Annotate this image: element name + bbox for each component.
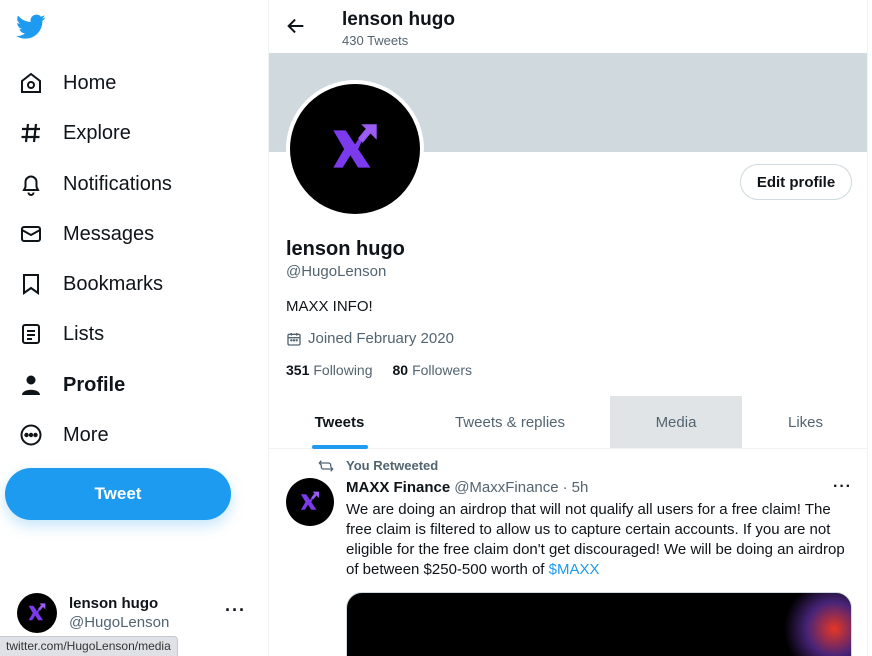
nav-explore[interactable]: Explore <box>8 111 141 155</box>
tab-media[interactable]: Media <box>610 396 742 448</box>
joined-date: Joined February 2020 <box>286 330 454 347</box>
bookmark-icon <box>18 271 44 297</box>
nav-profile[interactable]: Profile <box>8 363 135 407</box>
person-icon <box>18 372 44 398</box>
twitter-logo-icon[interactable] <box>16 14 46 40</box>
profile-handle: @HugoLenson <box>286 263 387 280</box>
nav-label: Bookmarks <box>63 272 164 295</box>
tweet-media[interactable] <box>346 592 852 656</box>
avatar <box>17 593 57 633</box>
retweet-icon <box>318 459 334 472</box>
tweet-header: MAXX Finance @MaxxFinance · 5h <box>346 479 588 496</box>
following-label: Following <box>313 362 373 378</box>
home-icon <box>18 70 44 96</box>
tweet-author-avatar[interactable] <box>286 478 334 526</box>
tweet-author-handle[interactable]: @MaxxFinance <box>454 479 558 496</box>
edit-profile-button[interactable]: Edit profile <box>740 164 852 200</box>
tweet-button[interactable]: Tweet <box>5 468 231 520</box>
more-circle-icon <box>18 422 44 448</box>
media-graphic <box>771 593 851 656</box>
nav-label: Home <box>63 71 117 94</box>
more-dots-icon[interactable]: ··· <box>225 600 246 621</box>
bell-icon <box>18 171 44 197</box>
account-name: lenson hugo <box>69 595 159 612</box>
tweet-author-name[interactable]: MAXX Finance <box>346 479 450 496</box>
nav-notifications[interactable]: Notifications <box>8 162 182 206</box>
profile-tabs: Tweets Tweets & replies Media Likes <box>269 396 867 449</box>
nav-messages[interactable]: Messages <box>8 212 164 256</box>
tab-tweets-replies[interactable]: Tweets & replies <box>410 396 610 448</box>
following-link[interactable]: 351 Following <box>286 362 373 378</box>
nav-bookmarks[interactable]: Bookmarks <box>8 262 173 306</box>
nav-label: Explore <box>63 121 131 144</box>
profile-header-bar: lenson hugo 430 Tweets <box>269 0 867 53</box>
profile-column: lenson hugo 430 Tweets Edit profile lens… <box>268 0 868 656</box>
tweet-text: We are doing an airdrop that will not qu… <box>346 500 852 580</box>
nav-label: Notifications <box>63 172 172 195</box>
nav-home[interactable]: Home <box>8 61 126 105</box>
nav-more[interactable]: More <box>8 413 119 457</box>
profile-bio: MAXX INFO! <box>286 298 373 315</box>
maxx-logo-icon <box>333 124 377 168</box>
retweet-indicator: You Retweeted <box>318 458 438 473</box>
back-arrow-icon[interactable] <box>285 15 307 37</box>
follow-stats: 351 Following 80 Followers <box>286 362 492 378</box>
profile-name: lenson hugo <box>286 238 405 260</box>
followers-link[interactable]: 80 Followers <box>393 362 472 378</box>
header-name: lenson hugo <box>342 9 455 30</box>
followers-label: Followers <box>412 362 472 378</box>
tweet-time[interactable]: 5h <box>572 479 589 496</box>
envelope-icon <box>18 221 44 247</box>
joined-text: Joined February 2020 <box>308 330 454 347</box>
maxx-logo-icon <box>300 491 320 510</box>
twitter-app: Home Explore Notifications Messages Book… <box>0 0 872 656</box>
tweet-separator: · <box>562 479 568 496</box>
followers-count: 80 <box>392 362 409 378</box>
nav-label: More <box>63 423 109 446</box>
calendar-icon <box>287 332 301 346</box>
tweet-more-icon[interactable]: ··· <box>833 478 852 496</box>
status-bar-url: twitter.com/HugoLenson/media <box>0 636 178 656</box>
cashtag-link[interactable]: $MAXX <box>549 561 600 578</box>
hashtag-icon <box>18 120 44 146</box>
account-handle: @HugoLenson <box>69 614 170 631</box>
nav-label: Lists <box>63 322 105 345</box>
retweet-label: You Retweeted <box>346 458 439 473</box>
nav-label: Messages <box>63 222 155 245</box>
profile-avatar[interactable] <box>286 80 424 218</box>
active-tab-indicator <box>312 445 368 449</box>
sidebar: Home Explore Notifications Messages Book… <box>0 0 268 656</box>
following-count: 351 <box>286 362 310 378</box>
tab-tweets[interactable]: Tweets <box>269 396 410 448</box>
nav-lists[interactable]: Lists <box>8 312 114 356</box>
header-tweet-count: 430 Tweets <box>342 33 409 48</box>
account-switcher[interactable]: lenson hugo @HugoLenson ··· <box>17 592 257 634</box>
tab-likes[interactable]: Likes <box>742 396 867 448</box>
maxx-logo-icon <box>28 603 46 621</box>
nav-label: Profile <box>63 373 126 396</box>
list-icon <box>18 321 44 347</box>
